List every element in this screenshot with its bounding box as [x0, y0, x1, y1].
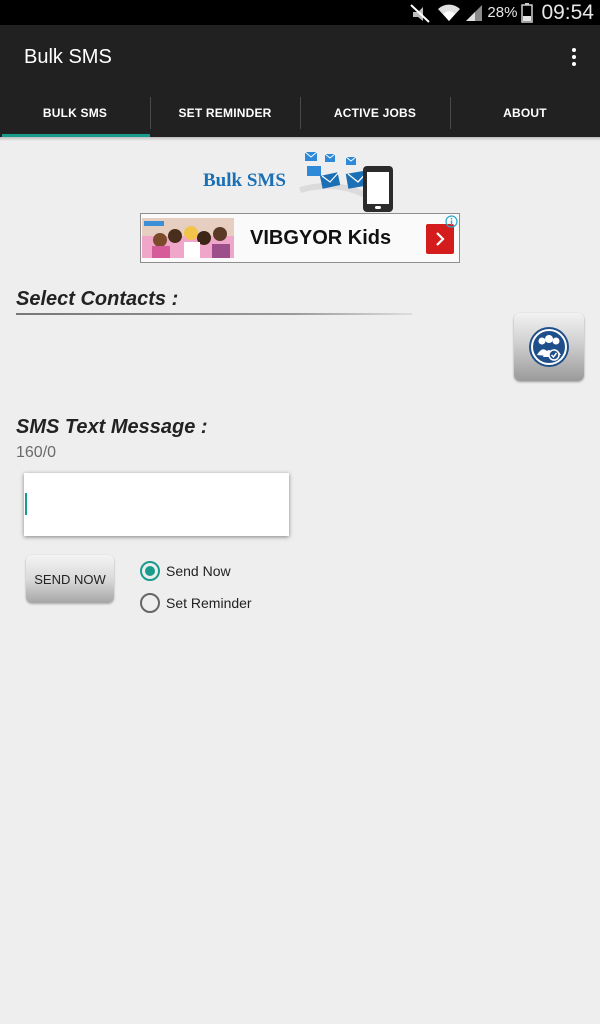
- set-reminder-radio[interactable]: Set Reminder: [140, 593, 252, 613]
- select-contacts-button[interactable]: [514, 313, 584, 381]
- ad-banner[interactable]: VIBGYOR Kids: [140, 213, 460, 263]
- tab-bar: BULK SMS SET REMINDER ACTIVE JOBS ABOUT: [0, 89, 600, 137]
- ad-image: [142, 218, 234, 258]
- overflow-menu-icon[interactable]: [562, 37, 586, 77]
- set-reminder-radio-label: Set Reminder: [166, 595, 252, 611]
- character-counter: 160/0: [16, 444, 57, 461]
- tab-active-jobs[interactable]: ACTIVE JOBS: [300, 89, 450, 137]
- action-bar: Bulk SMS: [0, 25, 600, 89]
- wifi-icon: [437, 3, 461, 23]
- tab-bulk-sms[interactable]: BULK SMS: [0, 89, 150, 137]
- battery-icon: [521, 2, 534, 23]
- radio-unchecked-icon: [140, 593, 160, 613]
- status-clock: 09:54: [541, 0, 594, 24]
- text-cursor: [25, 493, 27, 515]
- send-now-radio-label: Send Now: [166, 563, 231, 579]
- ad-arrow-icon[interactable]: [426, 224, 454, 254]
- ad-info-icon[interactable]: [445, 215, 458, 228]
- app-title: Bulk SMS: [24, 45, 112, 68]
- battery-percent: 28%: [487, 4, 518, 21]
- send-now-radio[interactable]: Send Now: [140, 561, 231, 581]
- notifications-muted-icon: [409, 3, 433, 23]
- select-contacts-label: Select Contacts :: [16, 288, 179, 310]
- cellular-signal-icon: [465, 4, 483, 22]
- radio-checked-icon: [140, 561, 160, 581]
- ad-title: VIBGYOR Kids: [250, 226, 392, 249]
- logo-graphic: [299, 151, 393, 212]
- status-bar: 28% 09:54: [0, 0, 600, 25]
- bulk-sms-logo: Bulk SMS: [200, 150, 400, 214]
- sms-message-label: SMS Text Message :: [16, 416, 208, 438]
- tab-bar-shadow: [0, 137, 600, 141]
- tab-set-reminder[interactable]: SET REMINDER: [150, 89, 300, 137]
- contacts-group-icon: [529, 327, 569, 367]
- tab-about[interactable]: ABOUT: [450, 89, 600, 137]
- send-now-button[interactable]: SEND NOW: [26, 555, 114, 603]
- logo-text: Bulk SMS: [203, 170, 286, 191]
- contacts-divider: [16, 313, 412, 315]
- sms-message-input[interactable]: [24, 473, 289, 536]
